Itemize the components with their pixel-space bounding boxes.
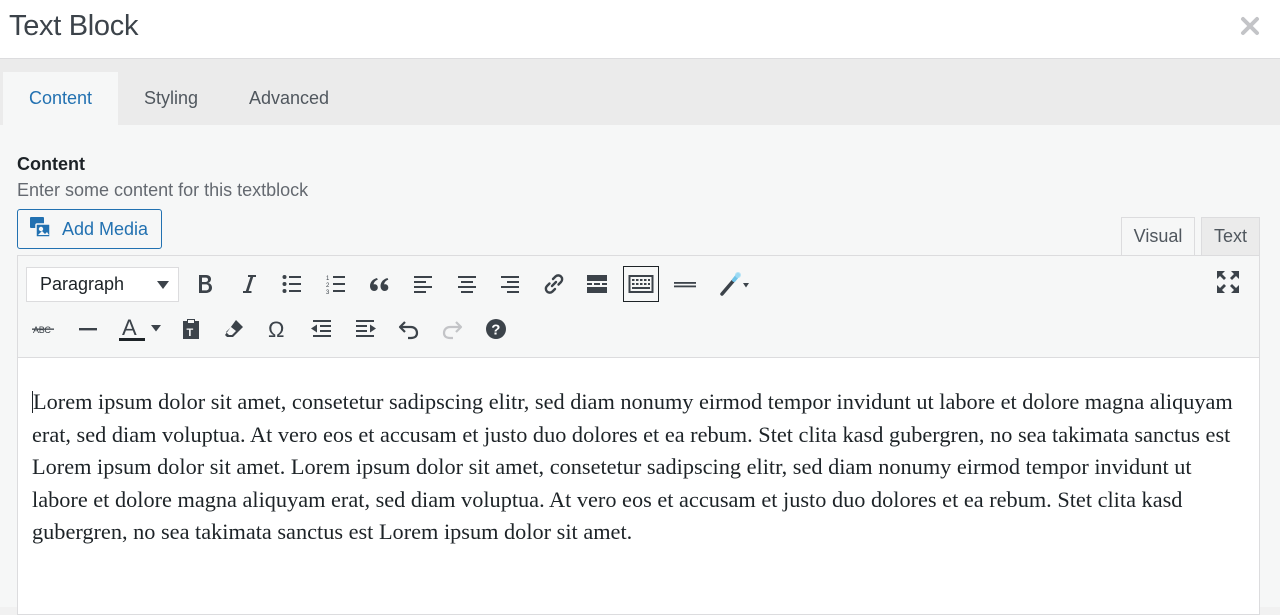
help-icon[interactable]: ? <box>478 311 514 347</box>
rich-text-editor: Paragraph 123 ABC A T Ω ? Lorem ipsum do… <box>17 255 1260 615</box>
toolbar-row-2: ABC A T Ω ? <box>26 311 522 347</box>
editor-tab-visual[interactable]: Visual <box>1121 217 1195 256</box>
redo-icon[interactable] <box>434 311 470 347</box>
svg-text:A: A <box>122 315 137 340</box>
editor-content[interactable]: Lorem ipsum dolor sit amet, consetetur s… <box>32 386 1247 549</box>
svg-text:2: 2 <box>326 283 330 289</box>
add-media-button[interactable]: Add Media <box>17 209 162 249</box>
text-color-icon[interactable]: A <box>113 311 165 347</box>
magic-wand-icon[interactable] <box>710 266 758 302</box>
chevron-down-icon <box>157 280 169 289</box>
editor-tab-text[interactable]: Text <box>1201 217 1260 256</box>
svg-text:T: T <box>186 327 193 339</box>
field-label: Content <box>17 154 85 174</box>
svg-text:Ω: Ω <box>268 318 284 340</box>
tab-styling[interactable]: Styling <box>126 72 216 125</box>
undo-icon[interactable] <box>391 311 427 347</box>
tab-advanced[interactable]: Advanced <box>232 72 346 125</box>
bold-icon[interactable] <box>187 266 223 302</box>
strikethrough-icon[interactable]: ABC <box>26 311 62 347</box>
align-left-icon[interactable] <box>405 266 441 302</box>
add-media-label: Add Media <box>62 218 149 239</box>
blockquote-icon[interactable] <box>361 266 397 302</box>
format-select[interactable]: Paragraph <box>26 266 179 302</box>
svg-text:ABC: ABC <box>33 325 51 335</box>
paste-text-icon[interactable]: T <box>173 311 209 347</box>
media-icon <box>28 215 62 244</box>
align-right-icon[interactable] <box>492 266 528 302</box>
svg-text:?: ? <box>491 322 500 339</box>
tab-content[interactable]: Content <box>3 72 118 125</box>
tab-bar: Content Styling Advanced <box>0 59 1280 125</box>
link-icon[interactable] <box>536 266 572 302</box>
special-character-icon[interactable]: Ω <box>260 311 296 347</box>
close-icon[interactable] <box>1238 14 1262 38</box>
fullscreen-icon[interactable] <box>1215 269 1241 300</box>
horizontal-line-icon[interactable] <box>667 266 703 302</box>
horizontal-rule-icon[interactable] <box>70 311 106 347</box>
svg-text:1: 1 <box>326 276 330 282</box>
bulleted-list-icon[interactable] <box>274 266 310 302</box>
indent-icon[interactable] <box>347 311 383 347</box>
align-center-icon[interactable] <box>449 266 485 302</box>
clear-formatting-icon[interactable] <box>216 311 252 347</box>
toolbar-toggle-icon[interactable] <box>622 266 659 302</box>
field-description: Enter some content for this textblock <box>17 180 309 200</box>
toolbar-row-1: Paragraph 123 <box>26 266 766 302</box>
outdent-icon[interactable] <box>304 311 340 347</box>
format-select-value: Paragraph <box>40 273 125 294</box>
italic-icon[interactable] <box>231 266 267 302</box>
editor-toolbar: Paragraph 123 ABC A T Ω ? <box>18 256 1259 358</box>
tab-panel-content: Content Enter some content for this text… <box>0 125 1280 615</box>
numbered-list-icon[interactable]: 123 <box>318 266 354 302</box>
read-more-icon[interactable] <box>579 266 615 302</box>
svg-text:3: 3 <box>326 290 330 295</box>
dialog-header: Text Block <box>0 0 1280 59</box>
dialog-title: Text Block <box>9 10 139 42</box>
content-text: Lorem ipsum dolor sit amet, consetetur s… <box>32 389 1233 545</box>
